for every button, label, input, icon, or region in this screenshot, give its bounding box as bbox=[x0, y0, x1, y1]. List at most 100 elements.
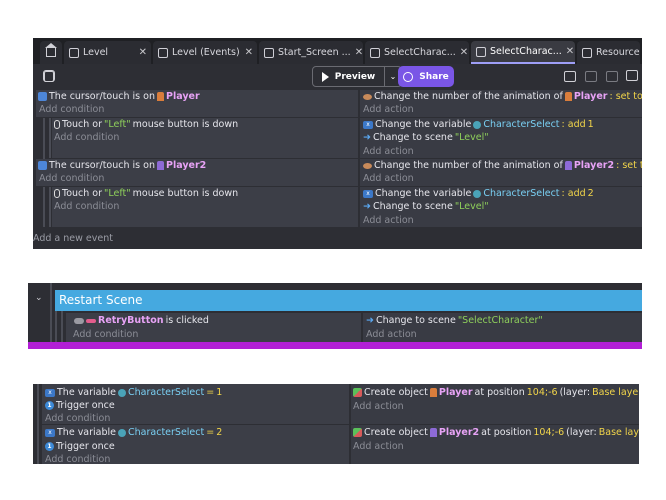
action-text: (layer: bbox=[560, 387, 591, 398]
condition-mouse-down[interactable]: Touch or "Left" mouse button is down bbox=[54, 118, 238, 131]
action-text: Change the variable bbox=[375, 119, 471, 130]
play-icon bbox=[322, 72, 329, 82]
mouse-icon bbox=[54, 120, 60, 129]
scene-icon bbox=[69, 48, 79, 58]
button-icon bbox=[74, 318, 84, 324]
condition-text: The variable bbox=[57, 387, 116, 398]
action-text: (layer: bbox=[566, 427, 597, 438]
condition-text: The variable bbox=[57, 427, 116, 438]
condition-variable-compare[interactable]: x The variable CharacterSelect = 2 bbox=[45, 426, 222, 439]
condition-mouse-down[interactable]: Touch or "Left" mouse button is down bbox=[54, 187, 238, 200]
close-icon[interactable]: ✕ bbox=[355, 47, 363, 58]
add-subevent-icon[interactable] bbox=[585, 71, 597, 82]
condition-text: mouse button is down bbox=[133, 119, 239, 130]
add-event-icon[interactable] bbox=[564, 71, 576, 82]
action-change-animation[interactable]: Change the number of the animation of Pl… bbox=[363, 159, 642, 172]
add-action-link[interactable]: Add action bbox=[366, 328, 417, 341]
resources-icon bbox=[582, 48, 592, 58]
condition-text: mouse button is down bbox=[133, 188, 239, 199]
variable-icon: x bbox=[363, 190, 373, 198]
add-action-link[interactable]: Add action bbox=[353, 400, 404, 413]
condition-text: Touch or bbox=[62, 119, 102, 130]
tab-start-screen[interactable]: Start_Screen ... ✕ bbox=[259, 41, 363, 64]
add-action-link[interactable]: Add action bbox=[363, 145, 414, 158]
action-text: at position bbox=[481, 427, 531, 438]
animation-icon bbox=[363, 94, 372, 100]
condition-cursor-on-player2[interactable]: The cursor/touch is on Player2 bbox=[38, 159, 206, 172]
action-text: Create object bbox=[364, 387, 428, 398]
add-condition-link[interactable]: Add condition bbox=[73, 328, 138, 341]
events-icon bbox=[158, 48, 168, 58]
condition-button-clicked[interactable]: RetryButton is clicked bbox=[74, 314, 209, 327]
add-action-link[interactable]: Add action bbox=[363, 214, 414, 227]
action-create-object[interactable]: Create object Player2 at position 104;-6… bbox=[353, 426, 639, 439]
comment-icon[interactable] bbox=[626, 70, 638, 81]
retry-button-sprite-icon bbox=[86, 319, 96, 323]
restart-scene-panel: ⌄ Restart Scene RetryButton is clicked A… bbox=[28, 283, 642, 349]
tab-label: Start_Screen ... bbox=[278, 47, 351, 58]
action-change-variable[interactable]: x Change the variable CharacterSelect : … bbox=[363, 187, 594, 200]
close-icon[interactable]: ✕ bbox=[460, 47, 468, 58]
preview-label: Preview bbox=[335, 72, 376, 82]
action-change-animation[interactable]: Change the number of the animation of Pl… bbox=[363, 90, 642, 103]
condition-variable-compare[interactable]: x The variable CharacterSelect = 1 bbox=[45, 386, 222, 399]
condition-text: The cursor/touch is on bbox=[49, 160, 155, 171]
tab-home[interactable] bbox=[40, 41, 62, 64]
collapse-chevron-icon[interactable]: ⌄ bbox=[35, 293, 43, 303]
close-icon[interactable]: ✕ bbox=[566, 46, 574, 57]
add-condition-link[interactable]: Add condition bbox=[45, 412, 110, 425]
close-icon[interactable]: ✕ bbox=[245, 47, 253, 58]
action-text: Change the variable bbox=[375, 188, 471, 199]
home-icon bbox=[46, 48, 56, 57]
variable-icon: x bbox=[45, 429, 55, 437]
action-position: 104;-6 bbox=[533, 427, 564, 438]
condition-text: Trigger once bbox=[56, 400, 115, 411]
action-change-scene[interactable]: ➜ Change to scene "Level" bbox=[363, 200, 489, 213]
condition-trigger-once[interactable]: 1 Trigger once bbox=[45, 399, 115, 412]
tab-label: Level bbox=[83, 47, 108, 58]
subevent-connector bbox=[43, 187, 45, 227]
global-variable-icon bbox=[473, 121, 481, 129]
add-condition-link[interactable]: Add condition bbox=[39, 172, 104, 185]
add-action-link[interactable]: Add action bbox=[363, 103, 414, 116]
tab-level-events[interactable]: Level (Events) ✕ bbox=[153, 41, 257, 64]
add-action-link[interactable]: Add action bbox=[363, 172, 414, 185]
add-condition-link[interactable]: Add condition bbox=[54, 131, 119, 144]
add-action-link[interactable]: Add action bbox=[353, 440, 404, 453]
add-condition-link[interactable]: Add condition bbox=[45, 453, 110, 464]
close-icon[interactable]: ✕ bbox=[139, 47, 147, 58]
save-icon[interactable] bbox=[44, 71, 54, 82]
condition-value: 1 bbox=[216, 387, 222, 398]
object-name: Player bbox=[574, 91, 608, 102]
condition-string: "Left" bbox=[104, 119, 131, 130]
action-create-object[interactable]: Create object Player at position 104;-6 … bbox=[353, 386, 639, 399]
action-value: 2 bbox=[588, 188, 594, 199]
tab-select-character-scene[interactable]: SelectCharac... ✕ bbox=[365, 41, 469, 64]
add-new-event-link[interactable]: Add a new event bbox=[33, 232, 113, 245]
action-change-variable[interactable]: x Change the variable CharacterSelect : … bbox=[363, 118, 594, 131]
group-header[interactable]: Restart Scene bbox=[55, 290, 642, 311]
tab-level[interactable]: Level ✕ bbox=[64, 41, 151, 64]
condition-text: The cursor/touch is on bbox=[49, 91, 155, 102]
player2-sprite-icon bbox=[430, 428, 437, 437]
condition-value: 2 bbox=[216, 427, 222, 438]
add-condition-link[interactable]: Add condition bbox=[39, 103, 104, 116]
condition-trigger-once[interactable]: 1 Trigger once bbox=[45, 440, 115, 453]
action-change-scene[interactable]: ➜ Change to scene "Level" bbox=[363, 131, 489, 144]
preview-button[interactable]: Preview bbox=[312, 66, 385, 87]
share-button[interactable]: Share bbox=[398, 66, 454, 87]
tab-resources[interactable]: Resources ✕ bbox=[577, 41, 640, 64]
group-title: Restart Scene bbox=[59, 293, 143, 307]
delete-event-icon[interactable] bbox=[606, 71, 618, 82]
mouse-icon bbox=[54, 189, 60, 198]
global-variable-icon bbox=[118, 389, 126, 397]
add-condition-link[interactable]: Add condition bbox=[54, 200, 119, 213]
condition-cursor-on-player[interactable]: The cursor/touch is on Player bbox=[38, 90, 200, 103]
action-value: 1 bbox=[588, 119, 594, 130]
cursor-icon bbox=[38, 92, 47, 101]
action-change-scene[interactable]: ➜ Change to scene "SelectCharacter" bbox=[366, 314, 543, 327]
tab-select-character-events[interactable]: SelectCharac... ✕ bbox=[471, 41, 575, 64]
player-sprite-icon bbox=[430, 388, 437, 397]
condition-string: "Left" bbox=[104, 188, 131, 199]
global-variable-icon bbox=[118, 429, 126, 437]
